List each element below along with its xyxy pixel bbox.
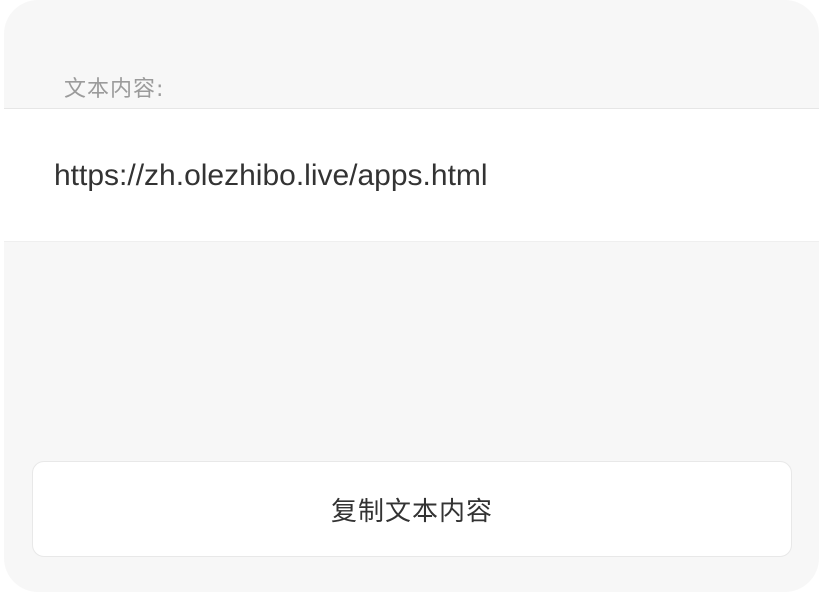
copy-text-dialog: 文本内容: https://zh.olezhibo.live/apps.html…	[4, 0, 819, 592]
copy-text-button[interactable]: 复制文本内容	[32, 461, 792, 557]
section-label: 文本内容:	[64, 77, 165, 102]
text-content-value: https://zh.olezhibo.live/apps.html	[54, 159, 488, 192]
text-content-panel: https://zh.olezhibo.live/apps.html	[4, 108, 819, 242]
copy-text-button-label: 复制文本内容	[330, 496, 493, 527]
